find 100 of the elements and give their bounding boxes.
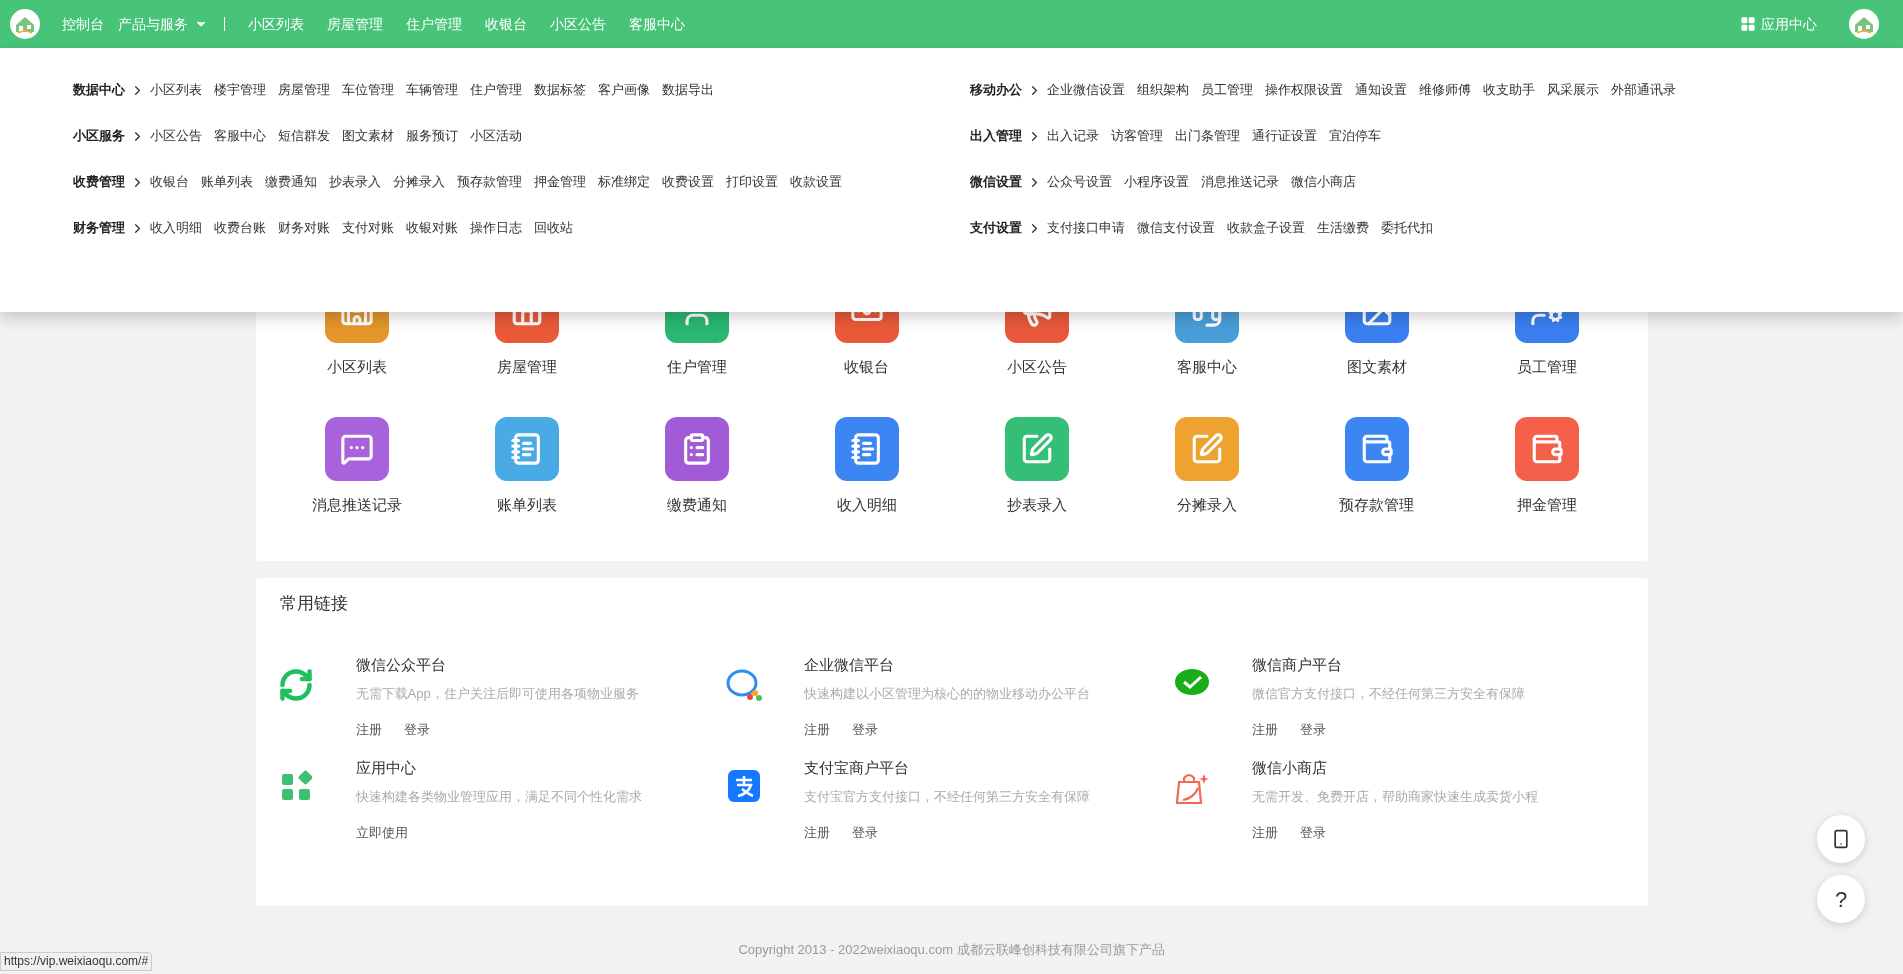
menu-link[interactable]: 回收站 bbox=[534, 218, 573, 238]
platform-title[interactable]: 微信小商店 bbox=[1251, 758, 1538, 778]
menu-link[interactable]: 收款盒子设置 bbox=[1227, 218, 1305, 238]
menu-link[interactable]: 消息推送记录 bbox=[1201, 172, 1279, 192]
menu-link[interactable]: 财务对账 bbox=[278, 218, 330, 238]
menu-link[interactable]: 出门条管理 bbox=[1175, 126, 1240, 146]
menu-link[interactable]: 客服中心 bbox=[214, 126, 266, 146]
menu-link[interactable]: 数据导出 bbox=[662, 80, 714, 100]
menu-link[interactable]: 住户管理 bbox=[470, 80, 522, 100]
menu-group-title: 移动办公 bbox=[970, 81, 1022, 100]
menu-group-title: 财务管理 bbox=[73, 219, 125, 238]
menu-group-title: 收费管理 bbox=[73, 173, 125, 192]
menu-link[interactable]: 维修师傅 bbox=[1419, 80, 1471, 100]
action-link[interactable]: 注册 bbox=[803, 722, 830, 738]
menu-link[interactable]: 楼宇管理 bbox=[214, 80, 266, 100]
action-link[interactable]: 登录 bbox=[1299, 722, 1326, 738]
menu-link[interactable]: 出入记录 bbox=[1047, 126, 1099, 146]
menu-link[interactable]: 小区活动 bbox=[470, 126, 522, 146]
feature-tile[interactable]: 收入明细 bbox=[781, 417, 952, 515]
feature-tile[interactable]: 分摊录入 bbox=[1121, 417, 1292, 515]
mobile-button[interactable] bbox=[1817, 815, 1865, 863]
logo-icon[interactable] bbox=[10, 9, 40, 39]
menu-link[interactable]: 收银对账 bbox=[406, 218, 458, 238]
avatar-icon[interactable] bbox=[1849, 9, 1879, 39]
platform-title[interactable]: 应用中心 bbox=[355, 758, 642, 778]
menu-link[interactable]: 客户画像 bbox=[598, 80, 650, 100]
menu-link[interactable]: 打印设置 bbox=[726, 172, 778, 192]
menu-link[interactable]: 房屋管理 bbox=[278, 80, 330, 100]
menu-link[interactable]: 企业微信设置 bbox=[1047, 80, 1125, 100]
feature-tile[interactable]: 抄表录入 bbox=[951, 417, 1122, 515]
menu-link[interactable]: 公众号设置 bbox=[1047, 172, 1112, 192]
menu-link[interactable]: 小区公告 bbox=[150, 126, 202, 146]
action-link[interactable]: 注册 bbox=[1251, 825, 1278, 841]
action-link[interactable]: 注册 bbox=[803, 825, 830, 841]
menu-group-title: 出入管理 bbox=[970, 127, 1022, 146]
menu-link[interactable]: 通行证设置 bbox=[1252, 126, 1317, 146]
menu-link[interactable]: 宜泊停车 bbox=[1329, 126, 1381, 146]
menu-group-title: 小区服务 bbox=[73, 127, 125, 146]
action-link[interactable]: 登录 bbox=[851, 722, 878, 738]
menu-link[interactable]: 车辆管理 bbox=[406, 80, 458, 100]
menu-link[interactable]: 标准绑定 bbox=[598, 172, 650, 192]
feature-tile[interactable]: 押金管理 bbox=[1461, 417, 1632, 515]
menu-link[interactable]: 支付接口申请 bbox=[1047, 218, 1125, 238]
platform-title[interactable]: 支付宝商户平台 bbox=[803, 758, 1090, 778]
menu-group-title: 数据中心 bbox=[73, 81, 125, 100]
menu-link[interactable]: 访客管理 bbox=[1111, 126, 1163, 146]
platform-description: 无需开发、免费开店，帮助商家快速生成卖货小程 bbox=[1251, 789, 1538, 805]
menu-link[interactable]: 风采展示 bbox=[1547, 80, 1599, 100]
menu-link[interactable]: 收支助手 bbox=[1483, 80, 1535, 100]
feature-tile[interactable]: 缴费通知 bbox=[611, 417, 782, 515]
menu-link[interactable]: 生活缴费 bbox=[1317, 218, 1369, 238]
menu-link[interactable]: 小程序设置 bbox=[1124, 172, 1189, 192]
circular-arrows-icon bbox=[277, 667, 314, 703]
menu-link[interactable]: 外部通讯录 bbox=[1611, 80, 1676, 100]
menu-link[interactable]: 委托代扣 bbox=[1381, 218, 1433, 238]
menu-link[interactable]: 小区列表 bbox=[150, 80, 202, 100]
menu-link[interactable]: 收款设置 bbox=[790, 172, 842, 192]
menu-link[interactable]: 收入明细 bbox=[150, 218, 202, 238]
action-link[interactable]: 登录 bbox=[851, 825, 878, 841]
menu-link[interactable]: 服务预订 bbox=[406, 126, 458, 146]
menu-link[interactable]: 组织架构 bbox=[1137, 80, 1189, 100]
platform-description: 无需下载App，住户关注后即可使用各项物业服务 bbox=[355, 686, 639, 702]
help-button[interactable]: ? bbox=[1817, 875, 1865, 923]
menu-link[interactable]: 缴费通知 bbox=[265, 172, 317, 192]
menu-link[interactable]: 车位管理 bbox=[342, 80, 394, 100]
action-link[interactable]: 注册 bbox=[355, 722, 382, 738]
menu-link[interactable]: 操作权限设置 bbox=[1265, 80, 1343, 100]
action-link[interactable]: 登录 bbox=[1299, 825, 1326, 841]
menu-link[interactable]: 抄表录入 bbox=[329, 172, 381, 192]
feature-tile[interactable]: 预存款管理 bbox=[1291, 417, 1462, 515]
menu-link[interactable]: 操作日志 bbox=[470, 218, 522, 238]
menu-link[interactable]: 收费台账 bbox=[214, 218, 266, 238]
menu-link[interactable]: 微信小商店 bbox=[1291, 172, 1356, 192]
menu-link[interactable]: 数据标签 bbox=[534, 80, 586, 100]
menu-link[interactable]: 微信支付设置 bbox=[1137, 218, 1215, 238]
platform-title[interactable]: 微信公众平台 bbox=[355, 655, 639, 675]
menu-link[interactable]: 分摊录入 bbox=[393, 172, 445, 192]
copyright-text: Copyright 2013 - 2022weixiaoqu.com 成都云联峰创科技有限公司旗下产品 bbox=[738, 941, 1165, 959]
menu-link[interactable]: 支付对账 bbox=[342, 218, 394, 238]
feature-tile[interactable]: 消息推送记录 bbox=[271, 417, 442, 515]
phone-icon bbox=[1831, 829, 1851, 849]
menu-link[interactable]: 员工管理 bbox=[1201, 80, 1253, 100]
menu-link[interactable]: 通知设置 bbox=[1355, 80, 1407, 100]
menu-link[interactable]: 账单列表 bbox=[201, 172, 253, 192]
menu-link[interactable]: 短信群发 bbox=[278, 126, 330, 146]
menu-link[interactable]: 收费设置 bbox=[662, 172, 714, 192]
platform-description: 微信官方支付接口，不经任何第三方安全有保障 bbox=[1251, 686, 1525, 702]
platform-title[interactable]: 微信商户平台 bbox=[1251, 655, 1525, 675]
menu-group-title: 支付设置 bbox=[970, 219, 1022, 238]
menu-link[interactable]: 收银台 bbox=[150, 172, 189, 192]
action-link[interactable]: 登录 bbox=[403, 722, 430, 738]
menu-group-title: 微信设置 bbox=[970, 173, 1022, 192]
feature-tile[interactable]: 账单列表 bbox=[441, 417, 612, 515]
grid-icon bbox=[1740, 16, 1756, 32]
action-link[interactable]: 立即使用 bbox=[355, 825, 408, 841]
action-link[interactable]: 注册 bbox=[1251, 722, 1278, 738]
menu-link[interactable]: 押金管理 bbox=[534, 172, 586, 192]
menu-link[interactable]: 预存款管理 bbox=[457, 172, 522, 192]
platform-title[interactable]: 企业微信平台 bbox=[803, 655, 1090, 675]
menu-link[interactable]: 图文素材 bbox=[342, 126, 394, 146]
